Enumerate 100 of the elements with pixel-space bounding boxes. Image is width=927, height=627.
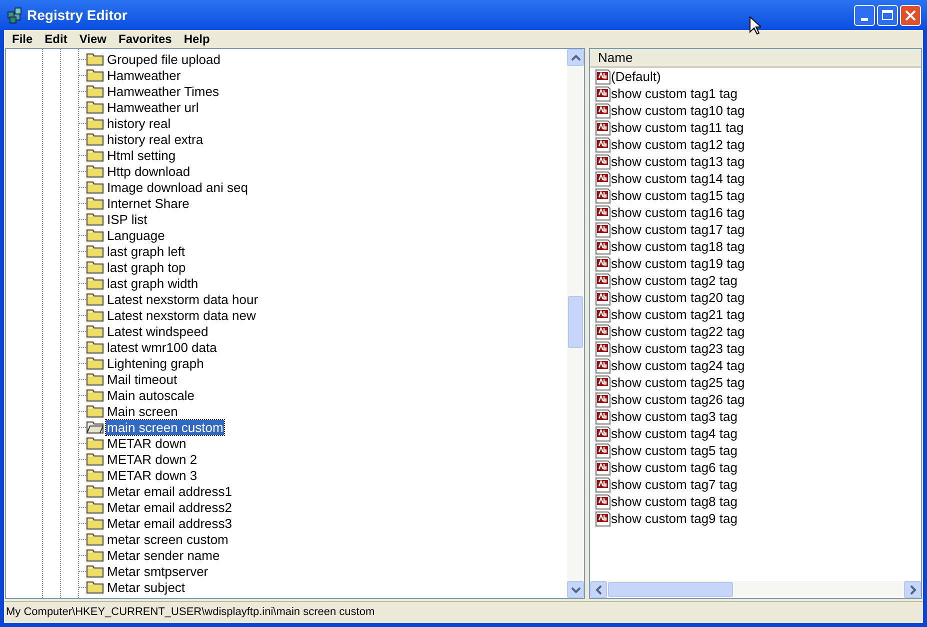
value-name[interactable]: show custom tag4 tag: [611, 424, 738, 444]
value-name[interactable]: show custom tag12 tag: [611, 134, 745, 154]
tree-item[interactable]: Http download: [106, 164, 192, 178]
tree-item[interactable]: Metar sender name: [106, 548, 221, 562]
tree-item[interactable]: Mail timeout: [106, 372, 178, 386]
tree-item[interactable]: METAR down: [106, 436, 188, 450]
tree-item[interactable]: Metar subject: [106, 580, 186, 594]
mouse-pointer-icon: [749, 16, 761, 36]
tree-item[interactable]: Image download ani seq: [106, 180, 249, 194]
window-title: Registry Editor: [27, 6, 128, 25]
tree-item[interactable]: last graph width: [106, 276, 200, 290]
close-button[interactable]: [900, 4, 921, 26]
value-name[interactable]: show custom tag21 tag: [611, 304, 745, 324]
tree-item[interactable]: last graph left: [106, 244, 186, 258]
menu-item[interactable]: Favorites: [112, 30, 178, 48]
value-name[interactable]: show custom tag18 tag: [611, 236, 745, 256]
value-name[interactable]: show custom tag3 tag: [611, 406, 738, 426]
tree-item[interactable]: Main screen: [106, 404, 179, 418]
folder-icon: [86, 484, 104, 498]
scroll-thumb[interactable]: [568, 296, 583, 348]
open-folder-icon: [86, 420, 104, 434]
folder-icon: [86, 580, 104, 594]
string-value-icon: [595, 290, 611, 306]
tree-item[interactable]: Hamweather url: [106, 100, 200, 114]
minimize-button[interactable]: [854, 4, 875, 26]
value-name[interactable]: show custom tag14 tag: [611, 168, 745, 188]
scroll-thumb[interactable]: [608, 582, 733, 597]
value-name[interactable]: show custom tag16 tag: [611, 202, 745, 222]
tree-item[interactable]: Internet Share: [106, 196, 190, 210]
folder-icon: [86, 404, 104, 418]
value-name[interactable]: show custom tag20 tag: [611, 288, 745, 308]
string-value-icon: [595, 510, 611, 526]
tree-item[interactable]: last graph top: [106, 260, 187, 274]
menu-item[interactable]: View: [73, 30, 112, 48]
string-value-icon: [595, 136, 611, 152]
value-name[interactable]: show custom tag10 tag: [611, 100, 745, 120]
tree-item[interactable]: history real extra: [106, 132, 204, 146]
registry-cubes-icon: [6, 6, 24, 24]
value-name[interactable]: show custom tag7 tag: [611, 474, 738, 494]
value-name[interactable]: show custom tag24 tag: [611, 356, 745, 376]
folder-icon: [86, 548, 104, 562]
maximize-button[interactable]: [877, 4, 898, 26]
value-name[interactable]: (Default): [611, 66, 661, 86]
tree-item[interactable]: Latest nexstorm data new: [106, 308, 257, 322]
folder-icon: [86, 308, 104, 322]
tree-item[interactable]: Metar email address2: [106, 500, 233, 514]
value-name[interactable]: show custom tag5 tag: [611, 440, 738, 460]
menu-item[interactable]: Edit: [38, 30, 74, 48]
tree-item[interactable]: Hamweather Times: [106, 84, 220, 98]
value-name[interactable]: show custom tag13 tag: [611, 152, 745, 172]
value-name[interactable]: show custom tag26 tag: [611, 390, 745, 410]
value-name[interactable]: show custom tag23 tag: [611, 338, 745, 358]
tree-item[interactable]: Html setting: [106, 148, 177, 162]
value-name[interactable]: show custom tag19 tag: [611, 254, 745, 274]
value-name[interactable]: show custom tag6 tag: [611, 458, 738, 478]
scroll-up-button[interactable]: [567, 49, 584, 66]
tree-item[interactable]: Grouped file upload: [106, 52, 222, 66]
folder-icon: [86, 228, 104, 242]
tree-item[interactable]: Language: [106, 228, 166, 242]
folder-icon: [86, 340, 104, 354]
scroll-down-button[interactable]: [567, 581, 584, 598]
value-name[interactable]: show custom tag22 tag: [611, 322, 745, 342]
value-name[interactable]: show custom tag8 tag: [611, 492, 738, 512]
tree-item[interactable]: METAR down 2: [106, 452, 198, 466]
value-name[interactable]: show custom tag11 tag: [611, 118, 744, 138]
string-value-icon: [595, 170, 611, 186]
folder-icon: [86, 532, 104, 546]
value-name[interactable]: show custom tag25 tag: [611, 372, 745, 392]
tree-item[interactable]: Latest nexstorm data hour: [106, 292, 260, 306]
tree-item[interactable]: ISP list: [106, 212, 148, 226]
value-name[interactable]: show custom tag2 tag: [611, 270, 738, 290]
tree-item[interactable]: main screen custom: [106, 420, 224, 434]
tree-item[interactable]: latest wmr100 data: [106, 340, 218, 354]
scroll-left-button[interactable]: [590, 581, 607, 598]
column-header[interactable]: Name: [590, 49, 921, 68]
tree-item[interactable]: Hamweather: [106, 68, 182, 82]
tree-item[interactable]: Main autoscale: [106, 388, 196, 402]
folder-icon: [86, 148, 104, 162]
value-name[interactable]: show custom tag17 tag: [611, 220, 745, 240]
string-value-icon: [595, 306, 611, 322]
tree-item[interactable]: metar screen custom: [106, 532, 230, 546]
value-name[interactable]: show custom tag1 tag: [611, 84, 738, 104]
value-name[interactable]: show custom tag9 tag: [611, 508, 738, 528]
tree-item[interactable]: history real: [106, 116, 172, 130]
folder-icon: [86, 196, 104, 210]
folder-icon: [86, 244, 104, 258]
tree-item[interactable]: Metar email address3: [106, 516, 233, 530]
tree-item[interactable]: Latest windspeed: [106, 324, 210, 338]
tree-item[interactable]: Metar smtpserver: [106, 564, 210, 578]
tree-item[interactable]: Lightening graph: [106, 356, 205, 370]
menu-item[interactable]: Help: [178, 30, 216, 48]
value-name[interactable]: show custom tag15 tag: [611, 186, 745, 206]
string-value-icon: [595, 272, 611, 288]
menu-item[interactable]: File: [6, 30, 39, 48]
status-text: My Computer\HKEY_CURRENT_USER\wdisplayftp.ini\main screen custom: [6, 605, 375, 620]
tree-item[interactable]: METAR down 3: [106, 468, 198, 482]
column-title: Name: [598, 48, 633, 67]
scroll-right-button[interactable]: [904, 581, 921, 598]
folder-icon: [86, 292, 104, 306]
tree-item[interactable]: Metar email address1: [106, 484, 233, 498]
